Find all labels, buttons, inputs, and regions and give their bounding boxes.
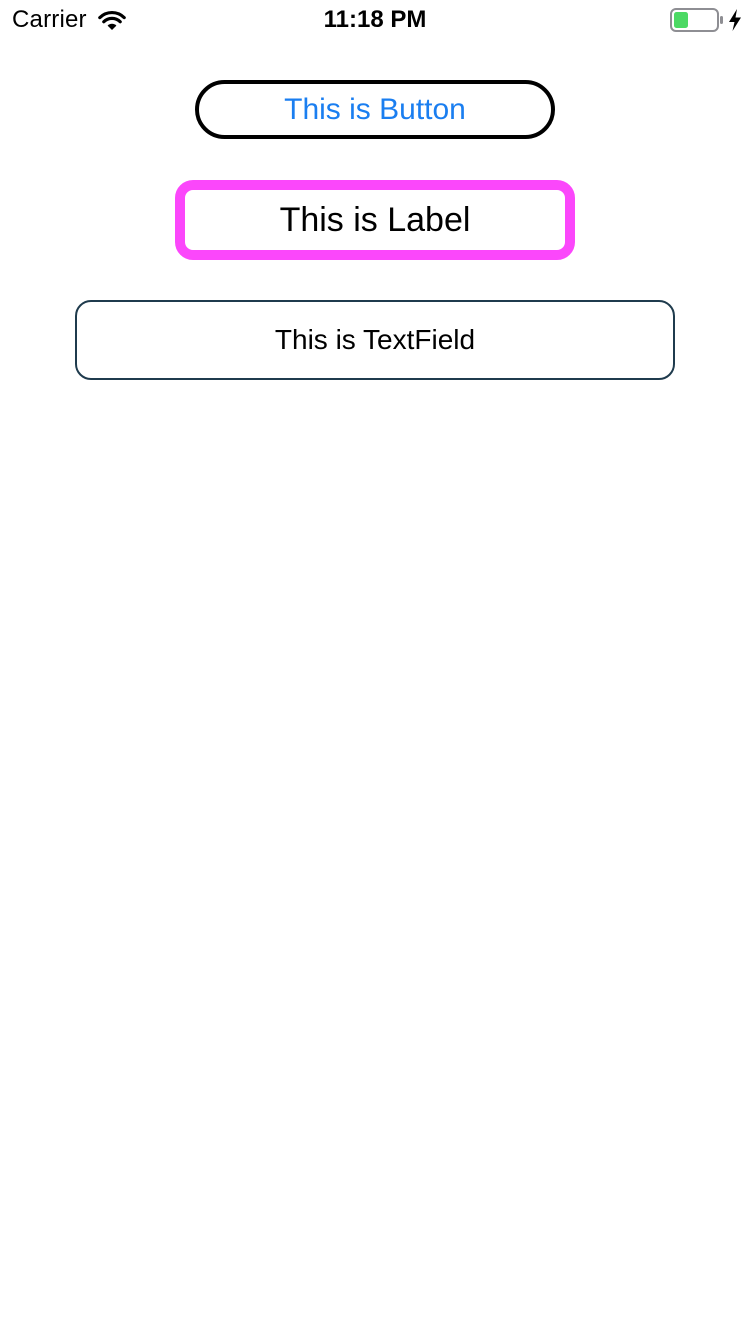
charging-bolt-icon	[729, 9, 741, 31]
wifi-icon	[97, 10, 126, 30]
carrier-name: Carrier	[12, 6, 87, 33]
battery-icon	[670, 8, 723, 32]
this-is-label: This is Label	[175, 180, 575, 260]
textfield[interactable]: This is TextField	[75, 300, 675, 380]
status-bar: Carrier 11:18 PM	[0, 0, 750, 40]
this-is-button[interactable]: This is Button	[195, 80, 555, 139]
battery-group	[670, 8, 742, 32]
carrier-group: Carrier	[12, 6, 127, 34]
